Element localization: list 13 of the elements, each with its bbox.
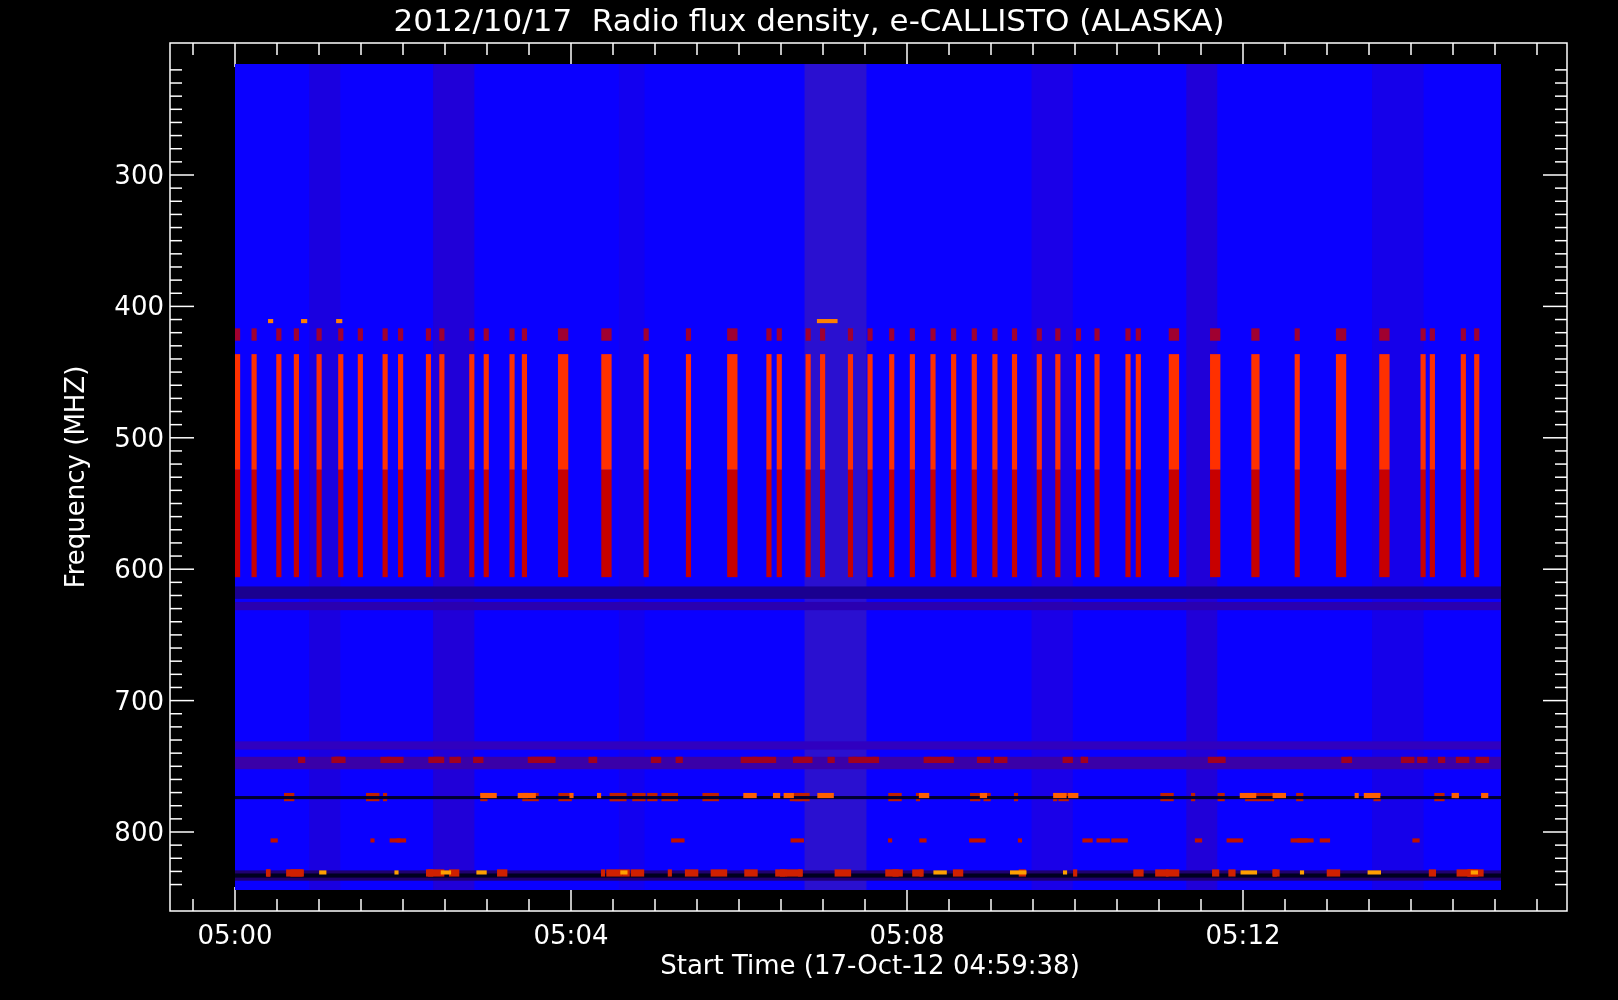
- y-tick-label: 400: [113, 291, 164, 322]
- y-tick-label: 800: [113, 817, 164, 847]
- x-tick-label: 05:12: [1204, 920, 1282, 950]
- x-axis-label: Start Time (17-Oct-12 04:59:38): [659, 950, 1081, 980]
- y-tick-label: 600: [113, 554, 164, 585]
- y-tick-label: 300: [113, 160, 164, 190]
- x-tick-label: 05:04: [532, 920, 610, 950]
- x-tick-label: 05:00: [196, 920, 274, 950]
- plot-title: 2012/10/17 Radio flux density, e-CALLISTO (ALASKA): [392, 2, 1226, 38]
- y-axis-label: Frequency (MHZ): [60, 365, 90, 589]
- y-tick-label: 500: [113, 422, 164, 453]
- x-tick-label: 05:08: [868, 920, 946, 950]
- y-tick-label: 700: [113, 685, 164, 716]
